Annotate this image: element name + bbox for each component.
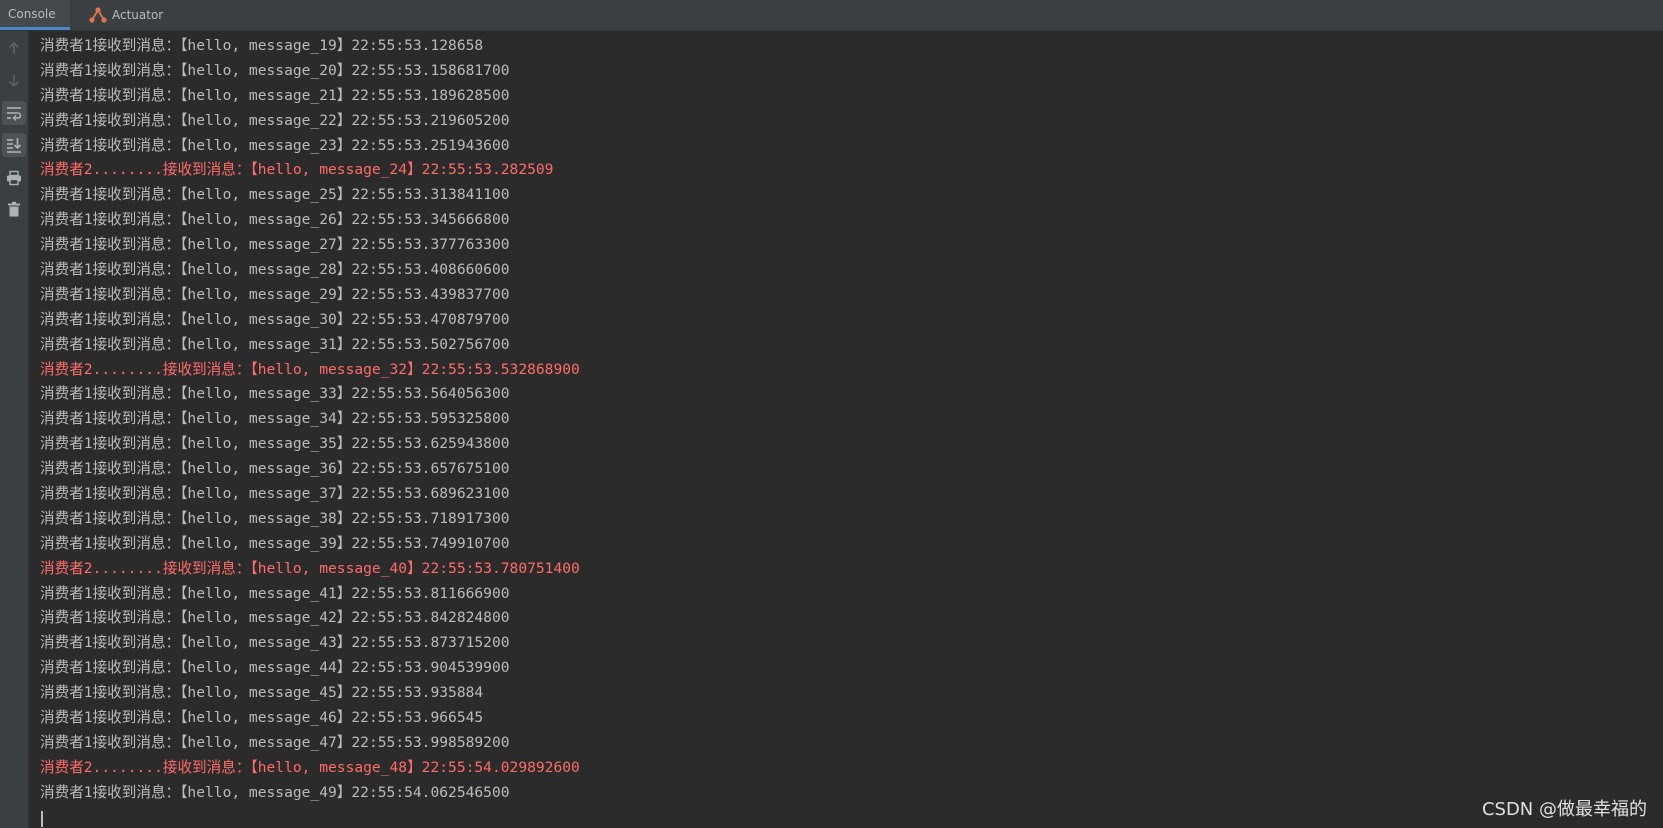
console-line: 消费者1接收到消息：【hello, message_41】22:55:53.81… xyxy=(40,584,510,602)
console-line: 消费者1接收到消息：【hello, message_19】22:55:53.12… xyxy=(40,37,484,54)
console-lines: 消费者1接收到消息：【hello, message_19】22:55:53.12… xyxy=(40,34,580,806)
print-icon[interactable] xyxy=(2,166,26,190)
console-line: 消费者1接收到消息：【hello, message_29】22:55:53.43… xyxy=(40,285,510,303)
tab-actuator[interactable]: Actuator xyxy=(84,0,163,30)
console-line: 消费者1接收到消息：【hello, message_28】22:55:53.40… xyxy=(40,261,510,279)
actuator-icon xyxy=(88,6,108,24)
console-line: 消费者1接收到消息：【hello, message_49】22:55:54.06… xyxy=(40,783,510,801)
scroll-to-end-icon[interactable] xyxy=(2,133,26,157)
arrow-up-icon[interactable] xyxy=(2,36,26,60)
tool-window-tabbar: Console Actuator xyxy=(0,0,1663,31)
console-line: 消费者2........接收到消息：【hello, message_32】22:… xyxy=(40,360,580,378)
console-line: 消费者1接收到消息：【hello, message_34】22:55:53.59… xyxy=(40,410,510,428)
console-output[interactable]: 消费者1接收到消息：【hello, message_19】22:55:53.12… xyxy=(30,31,1663,828)
arrow-down-icon[interactable] xyxy=(2,69,26,93)
console-line: 消费者1接收到消息：【hello, message_35】22:55:53.62… xyxy=(40,435,510,453)
input-caret xyxy=(41,811,43,827)
console-line: 消费者1接收到消息：【hello, message_26】22:55:53.34… xyxy=(40,211,510,229)
console-line: 消费者1接收到消息：【hello, message_22】22:55:53.21… xyxy=(40,111,510,129)
console-line: 消费者1接收到消息：【hello, message_42】22:55:53.84… xyxy=(40,609,510,627)
watermark: CSDN @做最幸福的 xyxy=(1481,799,1647,820)
clear-all-icon[interactable] xyxy=(2,197,26,221)
tab-console[interactable]: Console xyxy=(0,0,70,30)
console-line: 消费者2........接收到消息：【hello, message_24】22:… xyxy=(40,161,554,179)
console-line: 消费者1接收到消息：【hello, message_45】22:55:53.93… xyxy=(40,684,484,702)
console-line: 消费者1接收到消息：【hello, message_39】22:55:53.74… xyxy=(40,534,510,552)
console-line: 消费者1接收到消息：【hello, message_23】22:55:53.25… xyxy=(40,136,510,154)
console-line: 消费者1接收到消息：【hello, message_44】22:55:53.90… xyxy=(40,659,510,677)
console-line: 消费者1接收到消息：【hello, message_31】22:55:53.50… xyxy=(40,335,510,353)
console-line: 消费者1接收到消息：【hello, message_47】22:55:53.99… xyxy=(40,733,510,751)
console-line: 消费者2........接收到消息：【hello, message_48】22:… xyxy=(40,758,580,776)
console-line: 消费者1接收到消息：【hello, message_37】22:55:53.68… xyxy=(40,485,510,503)
console-line: 消费者1接收到消息：【hello, message_20】22:55:53.15… xyxy=(40,61,510,79)
console-line: 消费者1接收到消息：【hello, message_33】22:55:53.56… xyxy=(40,385,510,403)
console-line: 消费者1接收到消息：【hello, message_25】22:55:53.31… xyxy=(40,186,510,204)
soft-wrap-icon[interactable] xyxy=(2,101,26,125)
console-line: 消费者1接收到消息：【hello, message_30】22:55:53.47… xyxy=(40,310,510,328)
console-line: 消费者1接收到消息：【hello, message_36】22:55:53.65… xyxy=(40,460,510,478)
console-line: 消费者1接收到消息：【hello, message_27】22:55:53.37… xyxy=(40,236,510,254)
console-line: 消费者2........接收到消息：【hello, message_40】22:… xyxy=(40,559,580,577)
console-line: 消费者1接收到消息：【hello, message_46】22:55:53.96… xyxy=(40,709,484,727)
console-toolbar xyxy=(0,31,29,828)
tab-console-label: Console xyxy=(8,6,56,21)
console-line: 消费者1接收到消息：【hello, message_38】22:55:53.71… xyxy=(40,509,510,527)
tab-actuator-label: Actuator xyxy=(112,8,164,22)
console-line: 消费者1接收到消息：【hello, message_43】22:55:53.87… xyxy=(40,634,510,652)
console-line: 消费者1接收到消息：【hello, message_21】22:55:53.18… xyxy=(40,86,510,104)
